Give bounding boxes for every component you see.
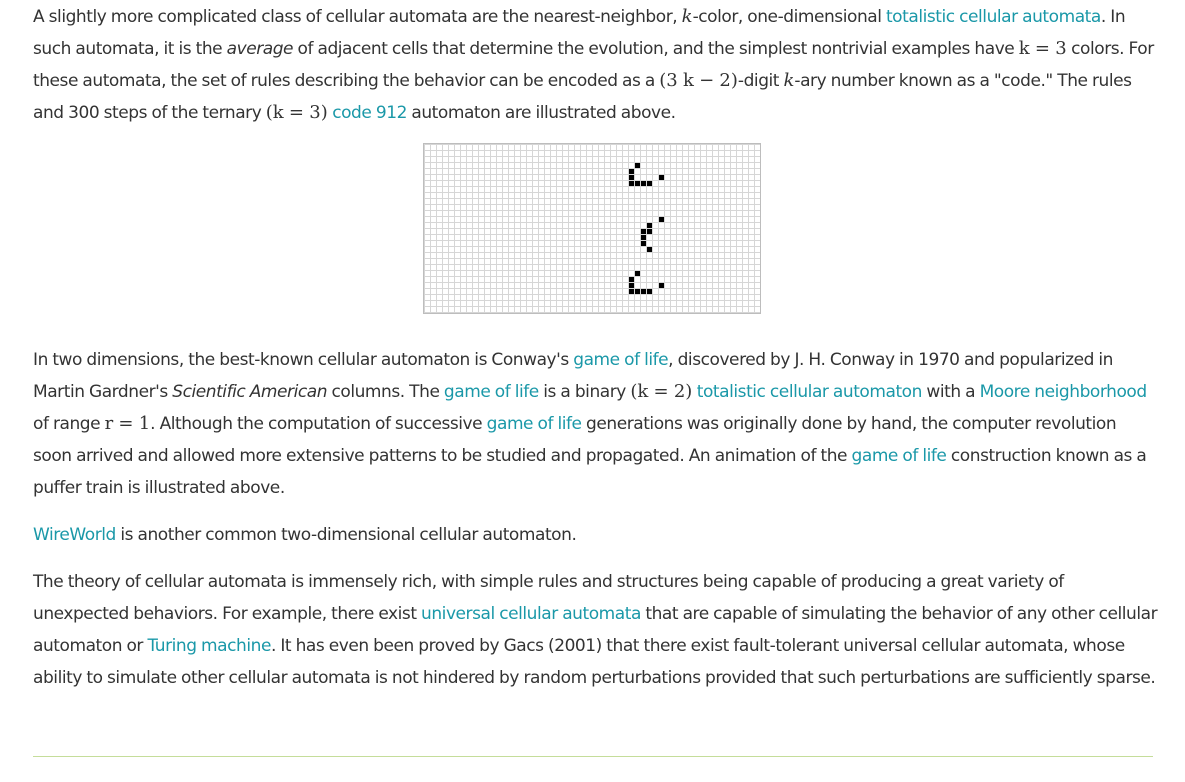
- link-code-912[interactable]: code 912: [332, 103, 407, 123]
- link-universal-cellular-automata[interactable]: universal cellular automata: [421, 604, 641, 624]
- puffer-train-figure: [423, 143, 761, 314]
- live-cell: [629, 289, 634, 294]
- live-cell: [659, 217, 664, 222]
- live-cell: [641, 289, 646, 294]
- paragraph-game-of-life: In two dimensions, the best-known cellul…: [33, 344, 1158, 504]
- emphasis-scientific-american: Scientific American: [172, 382, 328, 402]
- math-r-equals-1: r = 1: [104, 413, 151, 434]
- live-cell: [647, 229, 652, 234]
- math-k: k: [681, 6, 693, 27]
- text: is a binary: [538, 382, 631, 402]
- live-cell: [647, 247, 652, 252]
- live-cell: [629, 277, 634, 282]
- link-game-of-life[interactable]: game of life: [852, 446, 947, 466]
- live-cell: [629, 283, 634, 288]
- live-cell: [629, 169, 634, 174]
- math-k-equals-2: (k = 2): [630, 381, 693, 402]
- live-cell: [641, 235, 646, 240]
- text: automaton are illustrated above.: [406, 103, 676, 123]
- live-cell: [647, 289, 652, 294]
- live-cell: [641, 229, 646, 234]
- text: of range: [33, 414, 105, 434]
- math-k-equals-3: k = 3: [1018, 38, 1067, 59]
- link-game-of-life[interactable]: game of life: [444, 382, 539, 402]
- math-k-equals-3-paren: (k = 3): [265, 102, 328, 123]
- live-cell: [635, 289, 640, 294]
- text: of adjacent cells that determine the evo…: [293, 39, 1019, 59]
- cellular-automaton-grid: [629, 163, 664, 294]
- link-totalistic-cellular-automaton[interactable]: totalistic cellular automaton: [697, 382, 923, 402]
- live-cell: [629, 175, 634, 180]
- live-cell: [629, 181, 634, 186]
- math-k: k: [783, 70, 795, 91]
- live-cell: [641, 241, 646, 246]
- paragraph-wireworld: WireWorld is another common two-dimensio…: [33, 519, 1158, 551]
- link-totalistic-cellular-automata[interactable]: totalistic cellular automata: [886, 7, 1101, 27]
- live-cell: [641, 181, 646, 186]
- text: columns. The: [327, 382, 444, 402]
- live-cell: [647, 181, 652, 186]
- link-moore-neighborhood[interactable]: Moore neighborhood: [980, 382, 1148, 402]
- text: with a: [921, 382, 980, 402]
- text: -digit: [737, 71, 784, 91]
- live-cell: [659, 283, 664, 288]
- text: . Although the computation of successive: [150, 414, 487, 434]
- link-turing-machine[interactable]: Turing machine: [147, 636, 271, 656]
- section-divider: [33, 756, 1153, 757]
- link-wireworld[interactable]: WireWorld: [33, 525, 116, 545]
- live-cell: [635, 271, 640, 276]
- math-3k-minus-2: (3 k − 2): [659, 70, 738, 91]
- emphasis-average: average: [226, 39, 294, 59]
- live-cell: [635, 163, 640, 168]
- link-game-of-life[interactable]: game of life: [573, 350, 668, 370]
- text: In two dimensions, the best-known cellul…: [33, 350, 574, 370]
- live-cell: [647, 223, 652, 228]
- text: is another common two-dimensional cellul…: [115, 525, 577, 545]
- paragraph-theory: The theory of cellular automata is immen…: [33, 566, 1158, 694]
- link-game-of-life[interactable]: game of life: [487, 414, 582, 434]
- text: A slightly more complicated class of cel…: [33, 7, 682, 27]
- paragraph-totalistic: A slightly more complicated class of cel…: [33, 1, 1158, 129]
- live-cell: [659, 175, 664, 180]
- live-cell: [635, 181, 640, 186]
- text: -color, one-dimensional: [692, 7, 886, 27]
